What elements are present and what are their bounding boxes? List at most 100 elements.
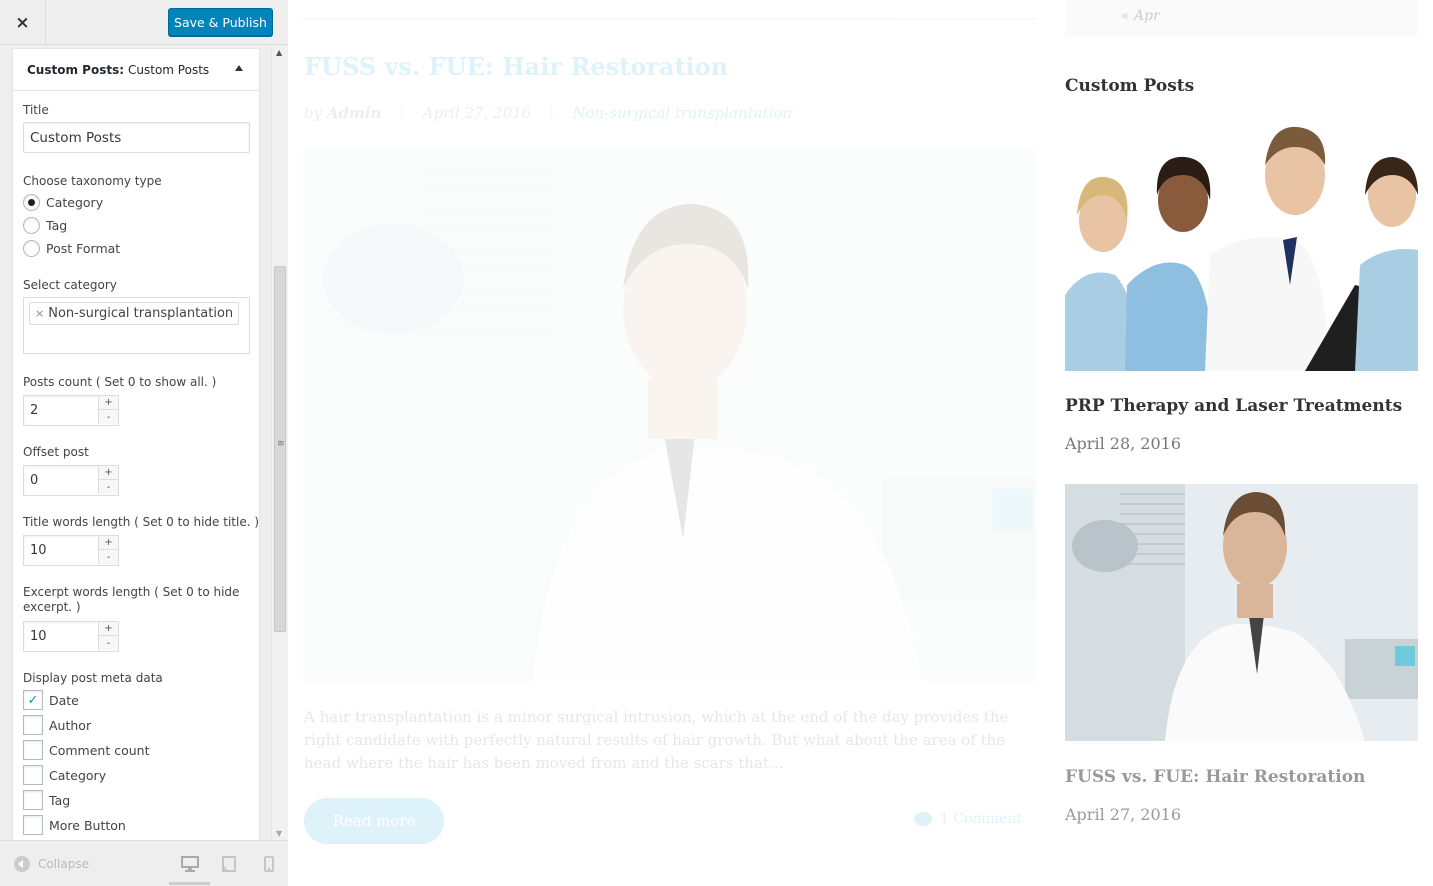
checkbox-label: Author	[49, 717, 92, 733]
meta-label: Display post meta data	[23, 671, 163, 685]
scroll-up-arrow-icon[interactable]: ▲	[276, 48, 282, 57]
increment-button[interactable]: +	[98, 622, 118, 636]
decrement-button[interactable]: -	[98, 636, 118, 650]
post-category-link[interactable]: Non-surgical transplantation	[572, 104, 792, 122]
checkbox-comment-count[interactable]: Comment count	[23, 740, 149, 760]
select-category-label: Select category	[23, 278, 117, 292]
category-chip: × Non-surgical transplantation	[29, 302, 240, 325]
collapse-arrow-icon[interactable]	[235, 65, 243, 71]
customizer-header: × Save & Publish	[0, 0, 288, 45]
title-words-stepper: 10 + -	[23, 535, 119, 566]
checkbox-author[interactable]: Author	[23, 715, 91, 735]
excerpt-words-label: Excerpt words length ( Set 0 to hide exc…	[23, 585, 240, 614]
checkbox[interactable]	[23, 815, 43, 835]
checkmark-icon[interactable]: ✓	[23, 690, 43, 710]
radio-label: Tag	[46, 217, 68, 233]
customizer-sidebar: × Save & Publish Custom Posts: Custom Po…	[0, 0, 288, 886]
title-words-label: Title words length ( Set 0 to hide title…	[23, 515, 260, 529]
checkbox-label: Category	[49, 767, 107, 783]
previous-month-link[interactable]: « Apr	[1121, 8, 1160, 24]
post-title-link[interactable]: FUSS vs. FUE: Hair Restoration	[304, 52, 728, 81]
decrement-button[interactable]: -	[98, 410, 118, 424]
radio-button[interactable]	[23, 193, 40, 211]
comments-count: 1 Comment	[940, 811, 1022, 827]
scrollbar-thumb[interactable]: ≡	[274, 266, 286, 632]
widget-instance-name: Custom Posts	[128, 62, 210, 77]
active-device-indicator	[169, 882, 210, 885]
posts-count-label: Posts count ( Set 0 to show all. )	[23, 375, 217, 389]
custom-post-date: April 28, 2016	[1065, 434, 1182, 453]
widget-title: Custom Posts	[1065, 76, 1195, 96]
title-label: Title	[23, 103, 49, 117]
comments-link[interactable]: 1 Comment	[914, 811, 1022, 827]
category-select[interactable]: × Non-surgical transplantation	[23, 297, 250, 354]
post-thumbnail-doctor[interactable]	[1065, 484, 1418, 741]
preview-sidebar: « Apr Custom Posts PRP Therapy and Laser…	[1065, 0, 1433, 886]
save-publish-button[interactable]: Save & Publish	[168, 8, 273, 36]
radio-label: Category	[46, 194, 104, 210]
grip-icon: ≡	[277, 439, 285, 449]
taxonomy-label: Choose taxonomy type	[23, 174, 162, 188]
offset-stepper: 0 + -	[23, 465, 119, 496]
customizer-footer: Collapse	[0, 840, 288, 886]
widget-type-label: Custom Posts:	[27, 62, 125, 77]
checkbox[interactable]	[23, 740, 43, 760]
post-author: by Admin	[304, 104, 381, 122]
checkbox[interactable]	[23, 765, 43, 785]
custom-posts-widget: Custom Posts: Custom Posts Title Custom …	[12, 48, 260, 840]
close-customizer-button[interactable]: ×	[0, 0, 46, 45]
excerpt-words-stepper: 10 + -	[23, 621, 119, 652]
radio-button[interactable]	[23, 216, 40, 234]
byline-prefix: by	[304, 104, 323, 122]
checkbox-date[interactable]: ✓ Date	[23, 690, 79, 710]
checkbox-label: More Button	[49, 817, 126, 833]
comment-icon	[914, 812, 932, 826]
checkbox-category[interactable]: Category	[23, 765, 106, 785]
scroll-down-arrow-icon[interactable]: ▼	[276, 829, 282, 838]
customizer-app: × Save & Publish Custom Posts: Custom Po…	[0, 0, 1433, 886]
divider: |	[549, 104, 555, 122]
radio-post-format[interactable]: Post Format	[23, 239, 120, 257]
radio-category[interactable]: Category	[23, 193, 103, 211]
remove-chip-icon[interactable]: ×	[35, 307, 44, 320]
post-excerpt: A hair transplantation is a minor surgic…	[304, 708, 1009, 772]
checkbox[interactable]	[23, 715, 43, 735]
checkbox-label: Tag	[49, 792, 71, 808]
post-meta: by Admin | April 27, 2016 | Non-surgical…	[304, 104, 792, 122]
custom-post-title-link[interactable]: FUSS vs. FUE: Hair Restoration	[1065, 767, 1365, 787]
radio-tag[interactable]: Tag	[23, 216, 67, 234]
read-more-button[interactable]: Read more	[304, 798, 444, 844]
increment-button[interactable]: +	[98, 396, 118, 410]
radio-label: Post Format	[46, 240, 121, 256]
custom-post-date: April 27, 2016	[1065, 805, 1182, 824]
post-featured-image[interactable]	[303, 149, 1036, 682]
widget-panel: Custom Posts: Custom Posts Title Custom …	[0, 46, 288, 840]
increment-button[interactable]: +	[98, 536, 118, 550]
scrollbar[interactable]: ▲ ≡ ▼	[271, 46, 288, 840]
checkbox-more-button[interactable]: More Button	[23, 815, 126, 835]
main-content-faded: FUSS vs. FUE: Hair Restoration by Admin …	[289, 0, 1049, 886]
calendar-nav	[1065, 0, 1417, 36]
custom-post-title-link[interactable]: PRP Therapy and Laser Treatments	[1065, 396, 1402, 416]
posts-count-stepper: 2 + -	[23, 395, 119, 426]
post-date: April 27, 2016	[422, 104, 532, 122]
decrement-button[interactable]: -	[98, 480, 118, 494]
divider: |	[399, 104, 405, 122]
tablet-preview-icon[interactable]	[219, 855, 239, 873]
title-input[interactable]: Custom Posts	[23, 122, 250, 153]
checkbox[interactable]	[23, 790, 43, 810]
site-preview: FUSS vs. FUE: Hair Restoration by Admin …	[289, 0, 1433, 886]
increment-button[interactable]: +	[98, 466, 118, 480]
radio-button[interactable]	[23, 239, 40, 257]
post-thumbnail-team[interactable]	[1065, 125, 1418, 371]
mobile-preview-icon[interactable]	[259, 855, 279, 873]
desktop-preview-icon[interactable]	[180, 855, 200, 873]
collapse-button[interactable]: Collapse	[14, 856, 89, 872]
offset-label: Offset post	[23, 445, 89, 459]
checkbox-tag[interactable]: Tag	[23, 790, 70, 810]
checkbox-label: Date	[49, 692, 79, 708]
collapse-label: Collapse	[38, 857, 89, 871]
author-name[interactable]: Admin	[327, 104, 382, 122]
decrement-button[interactable]: -	[98, 550, 118, 564]
widget-header[interactable]: Custom Posts: Custom Posts	[13, 49, 259, 91]
